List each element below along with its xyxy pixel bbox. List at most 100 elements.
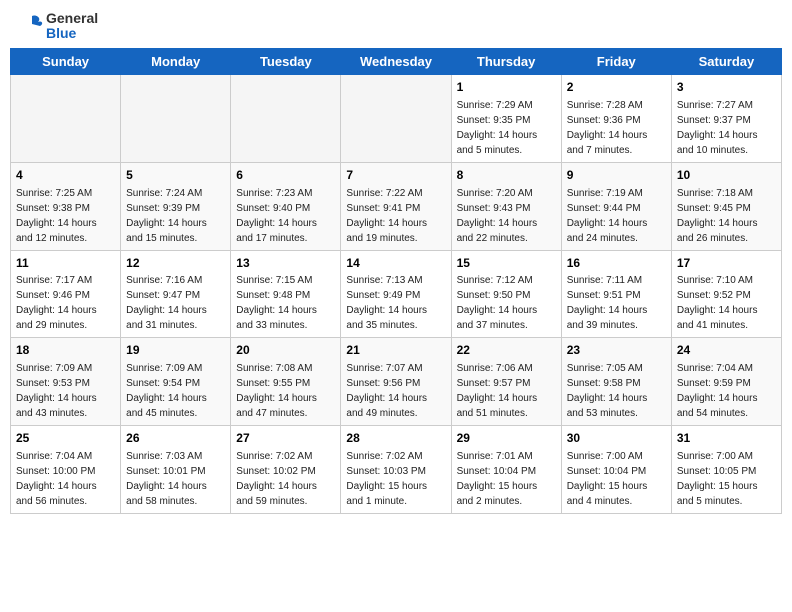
day-info: Sunrise: 7:03 AM Sunset: 10:01 PM Daylig… bbox=[126, 449, 225, 509]
calendar-week-row: 1 Sunrise: 7:29 AM Sunset: 9:35 PM Daylig… bbox=[11, 75, 782, 163]
calendar-cell: 28 Sunrise: 7:02 AM Sunset: 10:03 PM Dayl… bbox=[341, 426, 451, 514]
day-number: 10 bbox=[677, 167, 776, 184]
calendar-cell bbox=[11, 75, 121, 163]
day-number: 20 bbox=[236, 342, 335, 359]
calendar-cell: 7 Sunrise: 7:22 AM Sunset: 9:41 PM Daylig… bbox=[341, 162, 451, 250]
calendar-cell: 18 Sunrise: 7:09 AM Sunset: 9:53 PM Dayli… bbox=[11, 338, 121, 426]
calendar-cell: 15Sunrise: 7:12 AM Sunset: 9:50 PM Dayli… bbox=[451, 250, 561, 338]
day-info: Sunrise: 7:16 AM Sunset: 9:47 PM Dayligh… bbox=[126, 273, 225, 333]
calendar-cell: 25 Sunrise: 7:04 AM Sunset: 10:00 PM Dayl… bbox=[11, 426, 121, 514]
calendar-week-row: 4 Sunrise: 7:25 AM Sunset: 9:38 PM Daylig… bbox=[11, 162, 782, 250]
calendar-cell: 14Sunrise: 7:13 AM Sunset: 9:49 PM Dayli… bbox=[341, 250, 451, 338]
day-number: 6 bbox=[236, 167, 335, 184]
calendar-cell: 16Sunrise: 7:11 AM Sunset: 9:51 PM Dayli… bbox=[561, 250, 671, 338]
weekday-header-sunday: Sunday bbox=[11, 49, 121, 75]
logo: GeneralBlue bbox=[14, 10, 98, 42]
calendar-week-row: 18 Sunrise: 7:09 AM Sunset: 9:53 PM Dayli… bbox=[11, 338, 782, 426]
logo-blue-text: Blue bbox=[46, 26, 98, 41]
day-number: 31 bbox=[677, 430, 776, 447]
day-info: Sunrise: 7:08 AM Sunset: 9:55 PM Dayligh… bbox=[236, 361, 335, 421]
calendar-table: SundayMondayTuesdayWednesdayThursdayFrid… bbox=[10, 48, 782, 514]
calendar-cell bbox=[121, 75, 231, 163]
calendar-cell: 23 Sunrise: 7:05 AM Sunset: 9:58 PM Dayli… bbox=[561, 338, 671, 426]
day-info: Sunrise: 7:24 AM Sunset: 9:39 PM Dayligh… bbox=[126, 186, 225, 246]
day-number: 14 bbox=[346, 255, 445, 272]
day-info: Sunrise: 7:00 AM Sunset: 10:05 PM Daylig… bbox=[677, 449, 776, 509]
day-number: 30 bbox=[567, 430, 666, 447]
day-info: Sunrise: 7:07 AM Sunset: 9:56 PM Dayligh… bbox=[346, 361, 445, 421]
calendar-cell: 9 Sunrise: 7:19 AM Sunset: 9:44 PM Daylig… bbox=[561, 162, 671, 250]
day-info: Sunrise: 7:13 AM Sunset: 9:49 PM Dayligh… bbox=[346, 273, 445, 333]
day-info: Sunrise: 7:04 AM Sunset: 9:59 PM Dayligh… bbox=[677, 361, 776, 421]
day-info: Sunrise: 7:17 AM Sunset: 9:46 PM Dayligh… bbox=[16, 273, 115, 333]
calendar-cell: 10 Sunrise: 7:18 AM Sunset: 9:45 PM Dayli… bbox=[671, 162, 781, 250]
weekday-header-thursday: Thursday bbox=[451, 49, 561, 75]
day-info: Sunrise: 7:28 AM Sunset: 9:36 PM Dayligh… bbox=[567, 98, 666, 158]
day-info: Sunrise: 7:02 AM Sunset: 10:02 PM Daylig… bbox=[236, 449, 335, 509]
day-info: Sunrise: 7:02 AM Sunset: 10:03 PM Daylig… bbox=[346, 449, 445, 509]
day-info: Sunrise: 7:18 AM Sunset: 9:45 PM Dayligh… bbox=[677, 186, 776, 246]
day-number: 13 bbox=[236, 255, 335, 272]
weekday-header-row: SundayMondayTuesdayWednesdayThursdayFrid… bbox=[11, 49, 782, 75]
day-number: 17 bbox=[677, 255, 776, 272]
day-number: 22 bbox=[457, 342, 556, 359]
day-info: Sunrise: 7:19 AM Sunset: 9:44 PM Dayligh… bbox=[567, 186, 666, 246]
day-number: 9 bbox=[567, 167, 666, 184]
day-info: Sunrise: 7:29 AM Sunset: 9:35 PM Dayligh… bbox=[457, 98, 556, 158]
calendar-cell: 6 Sunrise: 7:23 AM Sunset: 9:40 PM Daylig… bbox=[231, 162, 341, 250]
calendar-cell: 12Sunrise: 7:16 AM Sunset: 9:47 PM Dayli… bbox=[121, 250, 231, 338]
calendar-cell: 21 Sunrise: 7:07 AM Sunset: 9:56 PM Dayli… bbox=[341, 338, 451, 426]
calendar-cell: 27 Sunrise: 7:02 AM Sunset: 10:02 PM Dayl… bbox=[231, 426, 341, 514]
calendar-cell: 17Sunrise: 7:10 AM Sunset: 9:52 PM Dayli… bbox=[671, 250, 781, 338]
day-info: Sunrise: 7:20 AM Sunset: 9:43 PM Dayligh… bbox=[457, 186, 556, 246]
calendar-cell: 2 Sunrise: 7:28 AM Sunset: 9:36 PM Daylig… bbox=[561, 75, 671, 163]
day-number: 1 bbox=[457, 79, 556, 96]
calendar-cell bbox=[231, 75, 341, 163]
calendar-cell: 11Sunrise: 7:17 AM Sunset: 9:46 PM Dayli… bbox=[11, 250, 121, 338]
day-number: 21 bbox=[346, 342, 445, 359]
calendar-week-row: 25 Sunrise: 7:04 AM Sunset: 10:00 PM Dayl… bbox=[11, 426, 782, 514]
day-number: 29 bbox=[457, 430, 556, 447]
day-info: Sunrise: 7:01 AM Sunset: 10:04 PM Daylig… bbox=[457, 449, 556, 509]
logo-general-text: General bbox=[46, 11, 98, 26]
day-number: 26 bbox=[126, 430, 225, 447]
day-info: Sunrise: 7:23 AM Sunset: 9:40 PM Dayligh… bbox=[236, 186, 335, 246]
day-info: Sunrise: 7:00 AM Sunset: 10:04 PM Daylig… bbox=[567, 449, 666, 509]
day-info: Sunrise: 7:04 AM Sunset: 10:00 PM Daylig… bbox=[16, 449, 115, 509]
day-number: 3 bbox=[677, 79, 776, 96]
day-info: Sunrise: 7:06 AM Sunset: 9:57 PM Dayligh… bbox=[457, 361, 556, 421]
day-info: Sunrise: 7:12 AM Sunset: 9:50 PM Dayligh… bbox=[457, 273, 556, 333]
weekday-header-saturday: Saturday bbox=[671, 49, 781, 75]
calendar-cell: 31 Sunrise: 7:00 AM Sunset: 10:05 PM Dayl… bbox=[671, 426, 781, 514]
day-number: 16 bbox=[567, 255, 666, 272]
day-info: Sunrise: 7:25 AM Sunset: 9:38 PM Dayligh… bbox=[16, 186, 115, 246]
calendar-cell: 1 Sunrise: 7:29 AM Sunset: 9:35 PM Daylig… bbox=[451, 75, 561, 163]
calendar-week-row: 11Sunrise: 7:17 AM Sunset: 9:46 PM Dayli… bbox=[11, 250, 782, 338]
day-number: 27 bbox=[236, 430, 335, 447]
day-number: 18 bbox=[16, 342, 115, 359]
day-number: 25 bbox=[16, 430, 115, 447]
day-number: 23 bbox=[567, 342, 666, 359]
day-number: 28 bbox=[346, 430, 445, 447]
page-header: GeneralBlue bbox=[10, 10, 782, 42]
calendar-cell: 19Sunrise: 7:09 AM Sunset: 9:54 PM Dayli… bbox=[121, 338, 231, 426]
calendar-cell: 24 Sunrise: 7:04 AM Sunset: 9:59 PM Dayli… bbox=[671, 338, 781, 426]
day-number: 2 bbox=[567, 79, 666, 96]
calendar-cell bbox=[341, 75, 451, 163]
day-info: Sunrise: 7:09 AM Sunset: 9:53 PM Dayligh… bbox=[16, 361, 115, 421]
day-number: 7 bbox=[346, 167, 445, 184]
day-number: 19 bbox=[126, 342, 225, 359]
day-info: Sunrise: 7:05 AM Sunset: 9:58 PM Dayligh… bbox=[567, 361, 666, 421]
calendar-cell: 13Sunrise: 7:15 AM Sunset: 9:48 PM Dayli… bbox=[231, 250, 341, 338]
calendar-cell: 20 Sunrise: 7:08 AM Sunset: 9:55 PM Dayli… bbox=[231, 338, 341, 426]
calendar-cell: 4 Sunrise: 7:25 AM Sunset: 9:38 PM Daylig… bbox=[11, 162, 121, 250]
logo-bird-icon bbox=[14, 10, 46, 42]
day-number: 11 bbox=[16, 255, 115, 272]
weekday-header-monday: Monday bbox=[121, 49, 231, 75]
day-info: Sunrise: 7:22 AM Sunset: 9:41 PM Dayligh… bbox=[346, 186, 445, 246]
day-number: 12 bbox=[126, 255, 225, 272]
day-number: 4 bbox=[16, 167, 115, 184]
day-number: 24 bbox=[677, 342, 776, 359]
weekday-header-wednesday: Wednesday bbox=[341, 49, 451, 75]
calendar-cell: 8Sunrise: 7:20 AM Sunset: 9:43 PM Daylig… bbox=[451, 162, 561, 250]
